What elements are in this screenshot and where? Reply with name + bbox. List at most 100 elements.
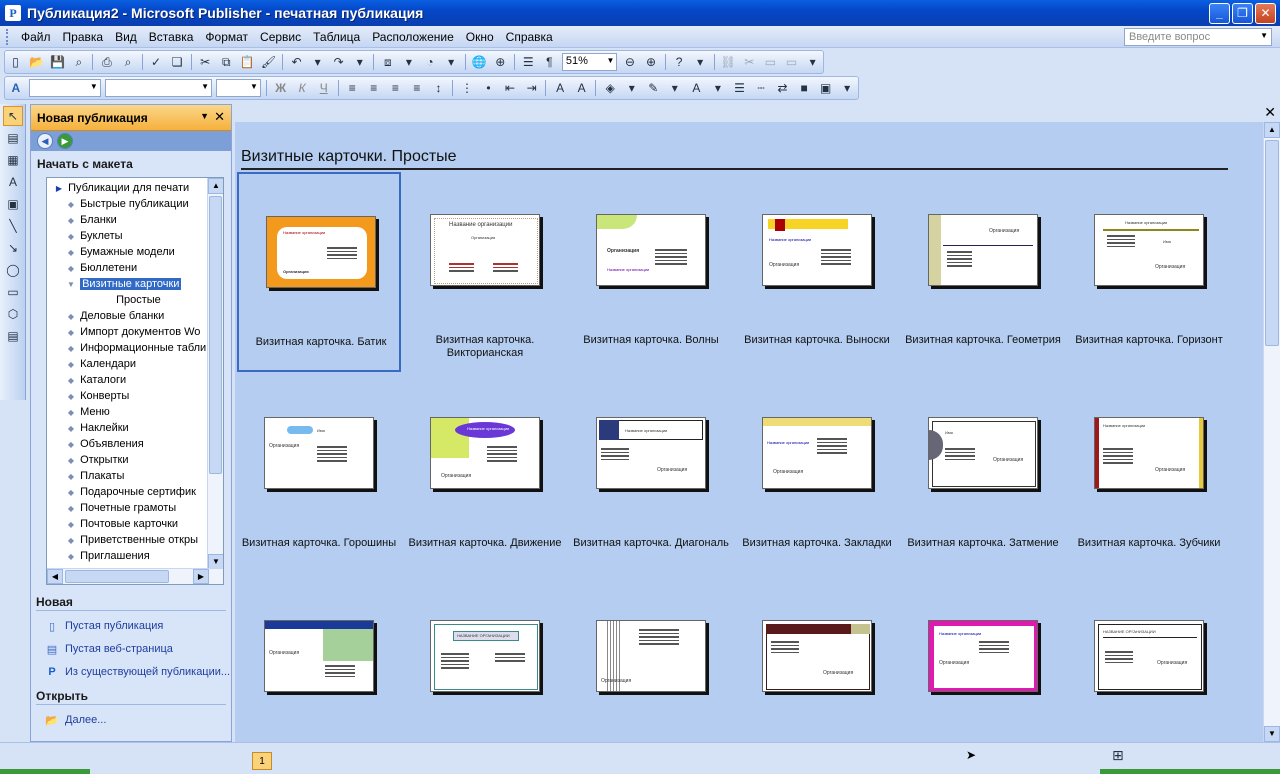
publication-type-tree[interactable]: ▶ Публикации для печати ◆ Быстрые публика… [46, 177, 224, 585]
undo-dropdown-icon[interactable]: ▾ [309, 53, 326, 71]
catalog-close-icon[interactable]: ✕ [1264, 104, 1276, 121]
scroll-right-icon[interactable]: ▶ [193, 569, 209, 584]
cut-icon[interactable]: ✂ [197, 53, 214, 71]
design-card[interactable]: Название организации Организация Визитная … [735, 375, 899, 575]
design-card[interactable]: Организация Название организации Визитная … [569, 172, 733, 372]
arrow-style-icon[interactable]: ⇄ [774, 79, 792, 97]
style-dropdown-icon[interactable]: ▼ [90, 82, 98, 91]
design-card[interactable]: Имя Организация Визитная карточка. Горошин… [237, 375, 401, 575]
scroll-up-icon[interactable]: ▲ [208, 178, 223, 194]
line-spacing-icon[interactable]: ↕ [430, 79, 448, 97]
design-thumbnail[interactable]: Организация [264, 620, 374, 692]
decrease-indent-icon[interactable]: ⇤ [501, 79, 519, 97]
bullets-icon[interactable]: • [480, 79, 498, 97]
research-icon[interactable]: ❏ [169, 53, 186, 71]
tree-item[interactable]: ◆ Импорт документов Wo [47, 324, 223, 340]
italic-icon[interactable]: К [293, 79, 311, 97]
zoom-object-icon[interactable]: ⊕ [492, 53, 509, 71]
copy-icon[interactable]: ⧉ [218, 53, 235, 71]
insert-table-icon[interactable]: ▦ [3, 150, 23, 170]
toolbar-options-3-icon[interactable]: ▾ [838, 79, 856, 97]
catalog-scroll-thumb[interactable] [1265, 140, 1279, 346]
help-icon[interactable]: ? [671, 53, 688, 71]
search-icon[interactable]: ⌕ [70, 53, 87, 71]
increase-font-icon[interactable]: A [573, 79, 591, 97]
tree-item[interactable]: ◆ Почетные грамоты [47, 500, 223, 516]
task-pane-close-icon[interactable]: ✕ [214, 109, 225, 125]
tree-item[interactable]: Простые [47, 292, 223, 308]
design-thumbnail[interactable]: Название организации Организация [762, 214, 872, 286]
blank-web-page-link[interactable]: ▤ Пустая веб-страница [45, 642, 173, 656]
zoom-dropdown-icon[interactable]: ▼ [606, 56, 614, 65]
page-navigation-button[interactable]: 1 [252, 752, 272, 770]
design-card[interactable]: Название организации Организация Визитная … [237, 172, 401, 372]
menu-item[interactable]: Расположение [366, 28, 460, 46]
toolbar-options-icon[interactable]: ▾ [692, 53, 709, 71]
decrease-font-icon[interactable]: A [551, 79, 569, 97]
spelling-icon[interactable]: ✓ [147, 53, 164, 71]
design-thumbnail[interactable]: Название организации Организация [928, 620, 1038, 692]
menu-item[interactable]: Файл [15, 28, 57, 46]
align-center-icon[interactable]: ≡ [365, 79, 383, 97]
toolbar-options-2-icon[interactable]: ▾ [804, 53, 821, 71]
scroll-left-icon[interactable]: ◀ [47, 569, 63, 584]
undo-icon[interactable]: ↶ [288, 53, 305, 71]
scroll-thumb[interactable] [209, 196, 222, 474]
design-thumbnail[interactable]: Название организации Имя Организация [1094, 214, 1204, 286]
design-thumbnail[interactable]: НАЗВАНИЕ ОРГАНИЗАЦИИ Организация [1094, 620, 1204, 692]
task-pane-dropdown-icon[interactable]: ▼ [200, 111, 209, 121]
tree-horizontal-scrollbar[interactable]: ◀ ▶ [47, 568, 223, 584]
design-thumbnail[interactable]: Название организации Организация [430, 417, 540, 489]
tree-item[interactable]: ◆ Подарочные сертифик [47, 484, 223, 500]
redo-icon[interactable]: ↷ [330, 53, 347, 71]
menu-item[interactable]: Вид [109, 28, 143, 46]
underline-icon[interactable]: Ч [315, 79, 333, 97]
new-document-icon[interactable]: ▯ [7, 53, 24, 71]
design-thumbnail[interactable]: Название организации Организация [762, 417, 872, 489]
tree-vertical-scrollbar[interactable]: ▲ ▼ [207, 178, 223, 570]
style-select[interactable]: ▼ [28, 79, 101, 97]
tree-item[interactable]: ◆ Открытки [47, 452, 223, 468]
menu-item[interactable]: Формат [199, 28, 254, 46]
tree-item[interactable]: ▼ Визитные карточки [47, 276, 223, 292]
save-icon[interactable]: 💾 [49, 53, 66, 71]
menu-item[interactable]: Таблица [307, 28, 366, 46]
tree-item[interactable]: ◆ Конверты [47, 388, 223, 404]
design-thumbnail[interactable]: Имя Организация [928, 417, 1038, 489]
design-card[interactable]: Название организации Организация Визитная … [569, 375, 733, 575]
fill-color-dropdown-icon[interactable]: ▾ [623, 79, 641, 97]
print-preview-icon[interactable]: ⌕ [119, 53, 136, 71]
publisher-app-icon[interactable]: P [5, 5, 21, 21]
justify-icon[interactable]: ≡ [408, 79, 426, 97]
design-card[interactable]: Название организации Организация Визитная … [735, 172, 899, 372]
tree-item[interactable]: ◆ Приветственные откры [47, 532, 223, 548]
tree-item[interactable]: ◆ Быстрые публикации [47, 196, 223, 212]
columns-icon[interactable]: ☰ [520, 53, 537, 71]
rectangle-icon[interactable]: ▭ [3, 282, 23, 302]
send-backward-dropdown-icon[interactable]: ▾ [443, 53, 460, 71]
design-thumbnail[interactable]: Организация [596, 620, 706, 692]
design-thumbnail[interactable]: Организация [762, 620, 872, 692]
tree-item[interactable]: ◆ Объявления [47, 436, 223, 452]
design-thumbnail[interactable]: Название организации Организация [1094, 417, 1204, 489]
design-card[interactable]: Название организации Имя Организация Визитн… [1067, 172, 1231, 372]
select-pointer-icon[interactable]: ↖ [3, 106, 23, 126]
design-gallery-icon[interactable]: ▤ [3, 326, 23, 346]
zoom-out-icon[interactable]: ⊖ [621, 53, 638, 71]
hscroll-thumb[interactable] [65, 570, 169, 583]
menu-item[interactable]: Окно [460, 28, 500, 46]
ask-question-input[interactable]: Введите вопрос ▼ [1124, 28, 1272, 46]
catalog-scroll-up-icon[interactable]: ▲ [1264, 122, 1280, 138]
ask-dropdown-icon[interactable]: ▼ [1260, 31, 1268, 40]
bring-forward-dropdown-icon[interactable]: ▾ [400, 53, 417, 71]
format-painter-icon[interactable]: 🖌 [260, 53, 277, 71]
paste-icon[interactable]: 📋 [239, 53, 256, 71]
menu-grip[interactable] [6, 28, 9, 45]
font-size-dropdown-icon[interactable]: ▼ [250, 82, 258, 91]
design-card[interactable]: Организация Визитная карточка. Геометрия [901, 172, 1065, 372]
tree-item[interactable]: ◆ Буклеты [47, 228, 223, 244]
design-thumbnail[interactable]: Название организации Организация [596, 417, 706, 489]
styles-icon[interactable]: A [7, 79, 25, 97]
menu-item[interactable]: Сервис [254, 28, 307, 46]
oval-icon[interactable]: ◯ [3, 260, 23, 280]
